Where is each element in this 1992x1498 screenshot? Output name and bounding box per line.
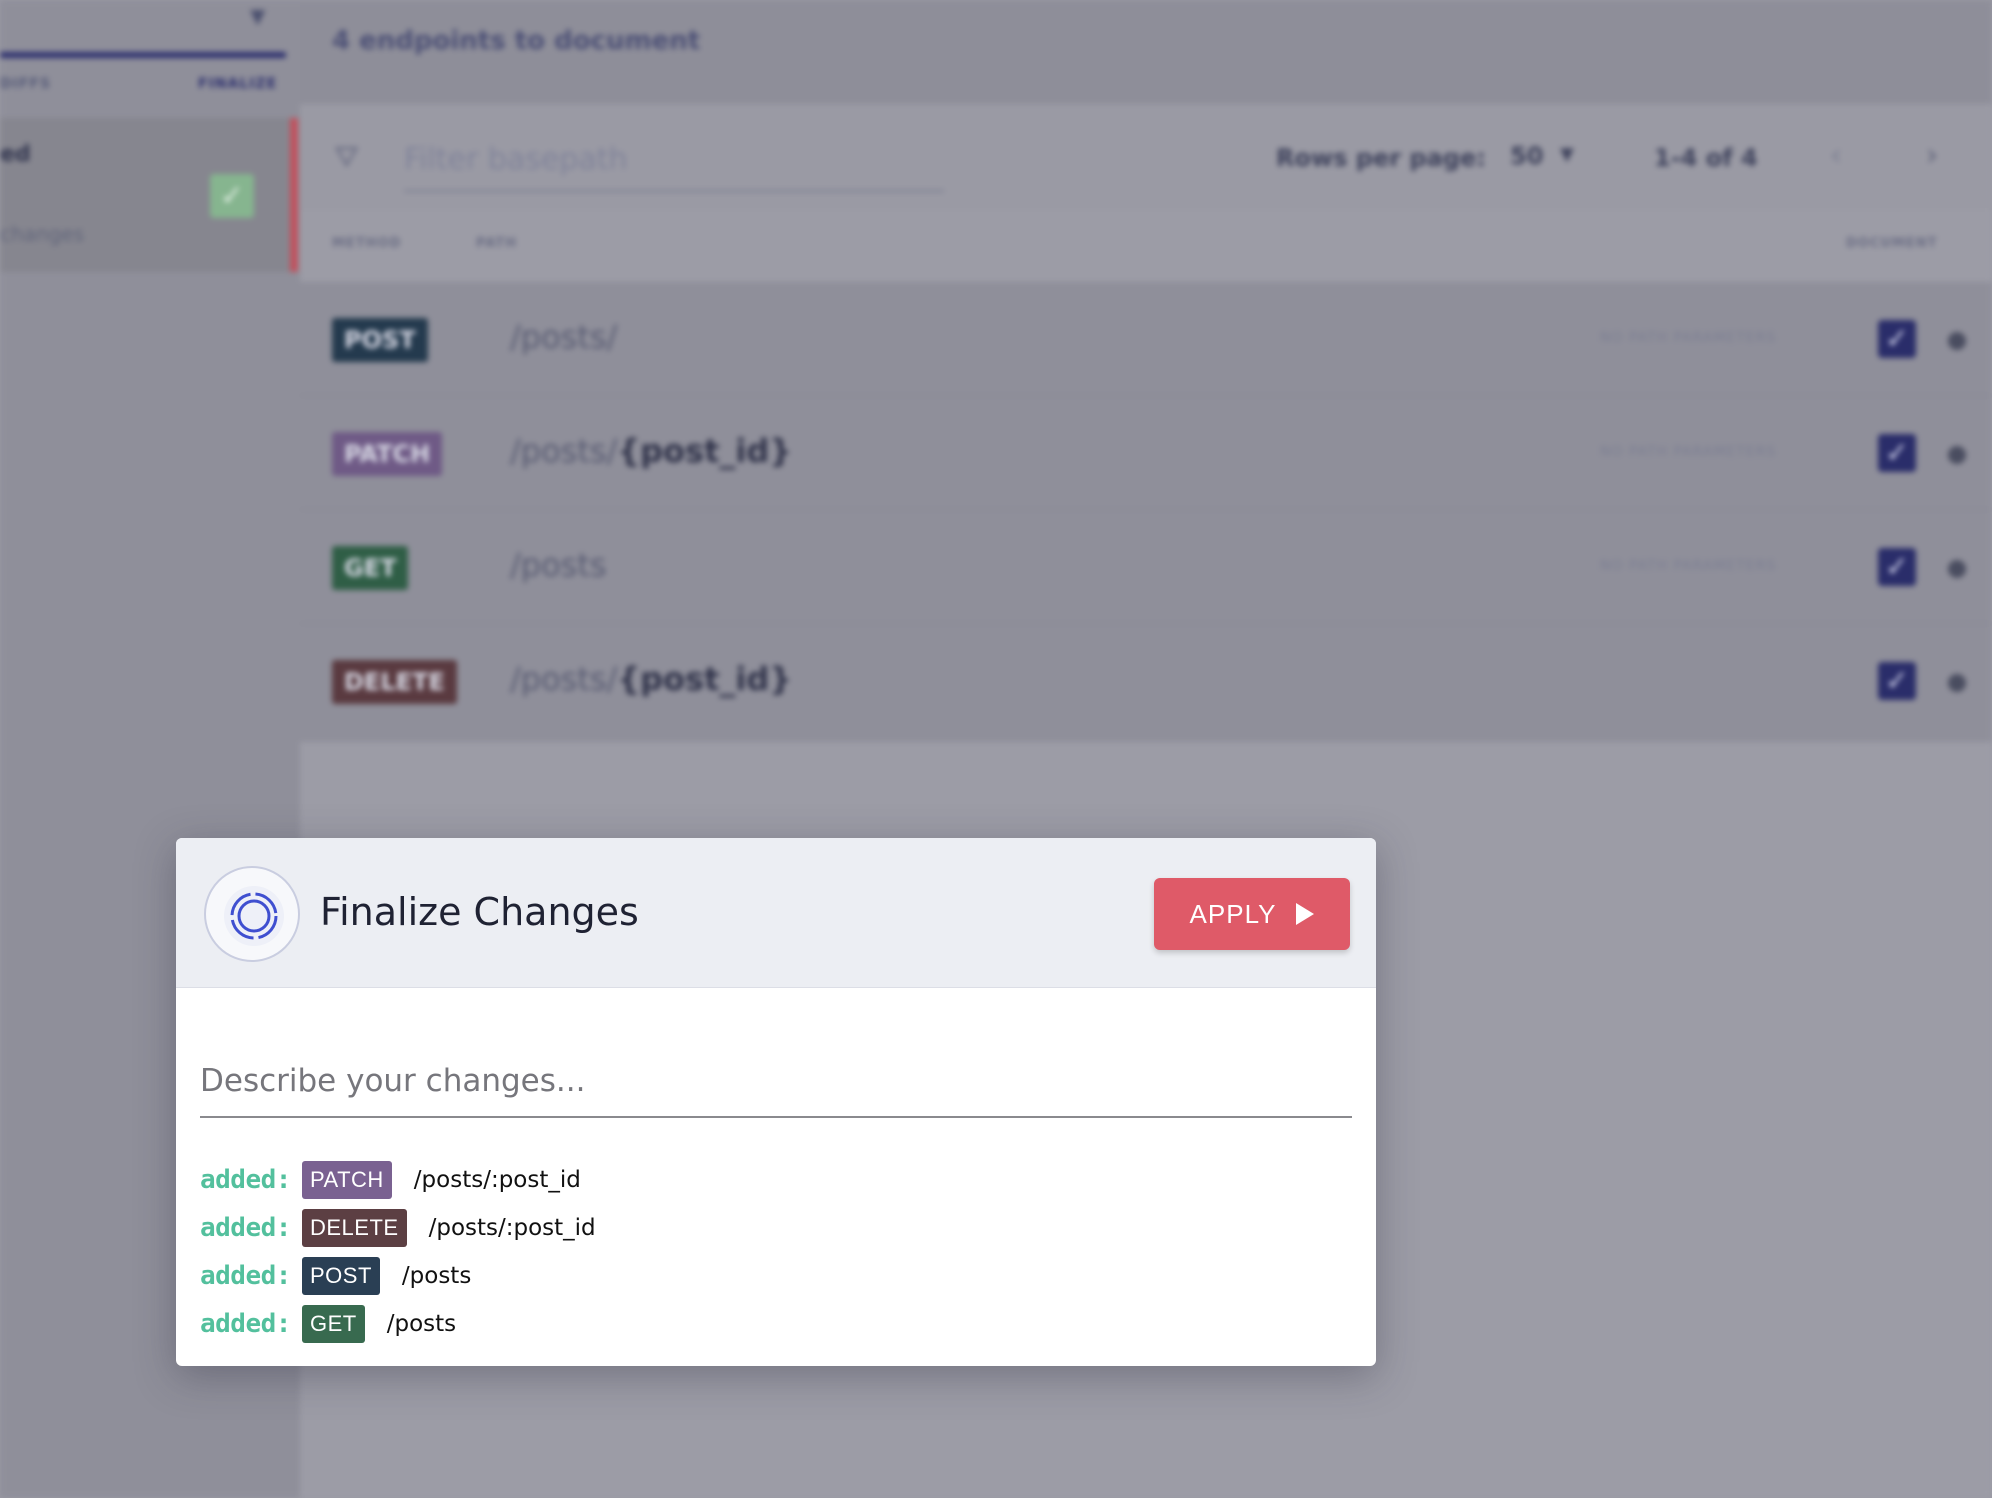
dialog-title: Finalize Changes	[320, 890, 639, 934]
column-header-method: METHOD	[332, 236, 402, 251]
list-item: added: PATCH /posts/:post_id	[200, 1156, 596, 1204]
endpoint-path: /posts/{post_id}	[510, 432, 793, 470]
step-finalize[interactable]: FINALIZE	[198, 76, 277, 92]
more-icon[interactable]	[1948, 332, 1966, 350]
change-type: added:	[200, 1309, 291, 1339]
path-parameters-note: NO PATH PARAMETERS	[1600, 444, 1777, 460]
logo-icon	[204, 866, 300, 962]
method-badge: PATCH	[332, 432, 443, 476]
method-badge: POST	[302, 1257, 380, 1295]
filter-basepath-input[interactable]: Filter basepath	[404, 134, 944, 192]
list-item: added: POST /posts	[200, 1252, 596, 1300]
table-toolbar: ⛛ Filter basepath Rows per page: 50 ▼ 1-…	[300, 104, 1992, 210]
filter-icon[interactable]: ▼	[250, 6, 274, 26]
main-header: 4 endpoints to document	[300, 0, 1992, 104]
filter-icon: ⛛	[334, 140, 360, 175]
pagination-range: 1-4 of 4	[1654, 144, 1758, 172]
more-icon[interactable]	[1948, 674, 1966, 692]
finalize-changes-dialog: Finalize Changes APPLY added: PATCH /pos…	[176, 838, 1376, 1366]
endpoint-path: /posts/{post_id}	[510, 660, 793, 698]
sidebar-card-subtitle: changes	[0, 222, 85, 246]
active-indicator	[290, 118, 298, 272]
endpoint-path: /posts	[386, 1311, 457, 1337]
changes-list: added: PATCH /posts/:post_id added: DELE…	[200, 1156, 596, 1348]
dialog-header: Finalize Changes APPLY	[176, 838, 1376, 988]
method-badge: PATCH	[302, 1161, 392, 1199]
list-item: added: DELETE /posts/:post_id	[200, 1204, 596, 1252]
endpoint-path: /posts	[510, 546, 607, 584]
endpoint-path: /posts/:post_id	[428, 1215, 596, 1241]
more-icon[interactable]	[1948, 560, 1966, 578]
method-badge: DELETE	[302, 1209, 407, 1247]
method-badge: GET	[332, 546, 409, 590]
table-row[interactable]: POST /posts/ NO PATH PARAMETERS ✓	[300, 282, 1992, 396]
endpoint-path: /posts/	[510, 318, 618, 356]
method-badge: DELETE	[332, 660, 457, 704]
chevron-down-icon[interactable]: ▼	[1560, 144, 1574, 165]
column-header-path: PATH	[476, 236, 518, 251]
chevron-left-icon[interactable]: ‹	[1830, 138, 1842, 173]
describe-changes-input[interactable]	[200, 1056, 1352, 1118]
step-diffs[interactable]: DIFFS	[0, 76, 51, 92]
method-badge: POST	[332, 318, 428, 362]
apply-button[interactable]: APPLY	[1154, 878, 1350, 950]
sidebar-card-title: ed	[0, 142, 31, 167]
table-row[interactable]: GET /posts NO PATH PARAMETERS ✓	[300, 510, 1992, 624]
play-icon	[1296, 903, 1315, 925]
more-icon[interactable]	[1948, 446, 1966, 464]
endpoint-path: /posts	[401, 1263, 472, 1289]
page-title: 4 endpoints to document	[332, 26, 701, 56]
document-checkbox[interactable]: ✓	[1878, 434, 1916, 472]
change-type: added:	[200, 1261, 291, 1291]
endpoint-path: /posts/:post_id	[413, 1167, 581, 1193]
method-badge: GET	[302, 1305, 365, 1343]
progress-bar	[0, 52, 286, 58]
change-type: added:	[200, 1165, 291, 1195]
column-header-document: DOCUMENT	[1846, 236, 1938, 251]
check-icon: ✓	[210, 174, 254, 218]
table-row[interactable]: PATCH /posts/{post_id} NO PATH PARAMETER…	[300, 396, 1992, 510]
rows-per-page-select[interactable]: 50	[1510, 142, 1543, 170]
chevron-right-icon[interactable]: ›	[1926, 138, 1938, 173]
sidebar-card[interactable]: ed ✓ changes	[0, 118, 298, 272]
list-item: added: GET /posts	[200, 1300, 596, 1348]
path-parameters-note: NO PATH PARAMETERS	[1600, 558, 1777, 574]
apply-button-label: APPLY	[1189, 898, 1277, 929]
document-checkbox[interactable]: ✓	[1878, 662, 1916, 700]
path-parameters-note: NO PATH PARAMETERS	[1600, 330, 1777, 346]
table-row[interactable]: DELETE /posts/{post_id} ✓	[300, 624, 1992, 738]
rows-per-page-label: Rows per page:	[1276, 144, 1486, 172]
document-checkbox[interactable]: ✓	[1878, 320, 1916, 358]
endpoint-table: POST /posts/ NO PATH PARAMETERS ✓ PATCH …	[300, 282, 1992, 742]
document-checkbox[interactable]: ✓	[1878, 548, 1916, 586]
change-type: added:	[200, 1213, 291, 1243]
